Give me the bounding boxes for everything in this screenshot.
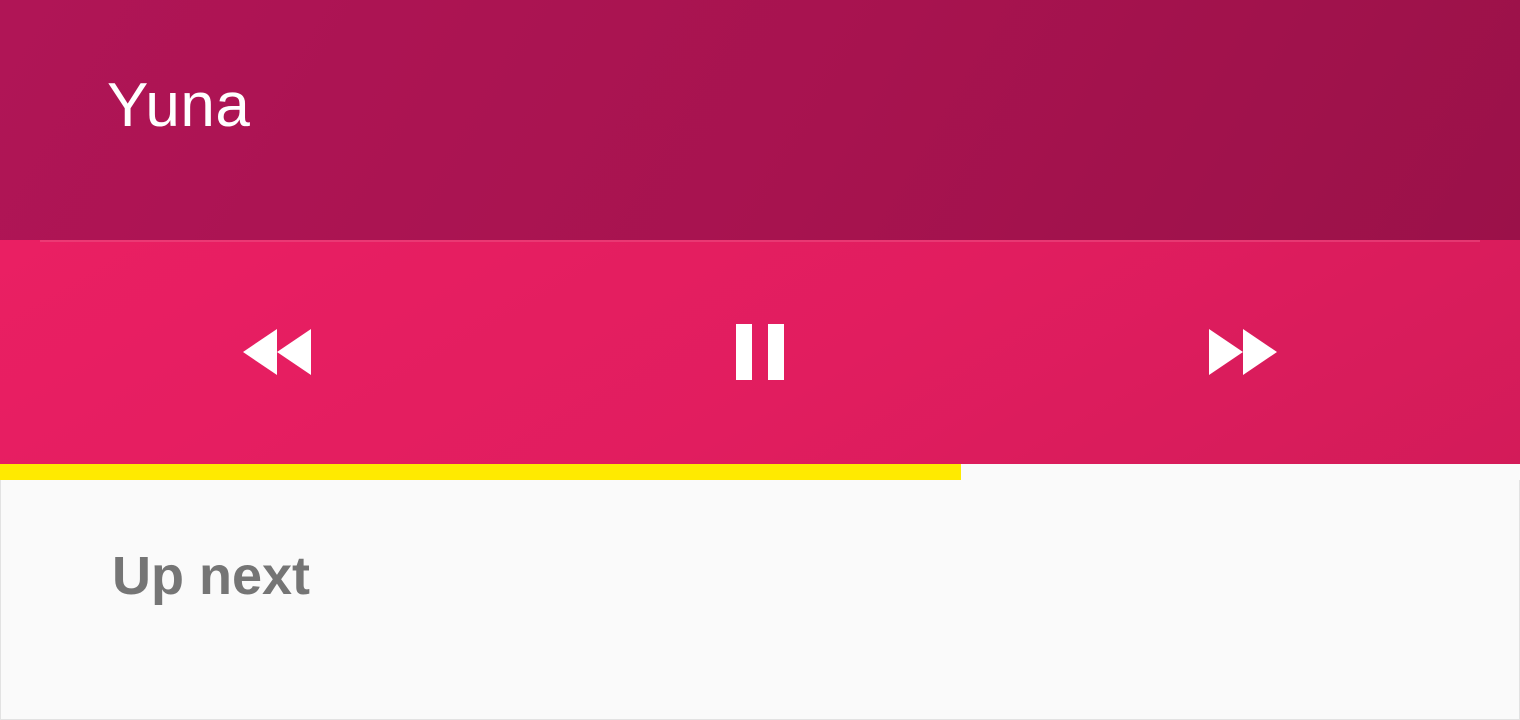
- fast-forward-icon: [1209, 329, 1277, 375]
- up-next-heading: Up next: [112, 546, 311, 606]
- up-next-section: Up next: [0, 480, 1520, 720]
- pause-icon: [736, 324, 784, 380]
- fast-forward-button[interactable]: [1143, 240, 1343, 464]
- track-progress-fill: [0, 464, 961, 480]
- header-divider: [40, 240, 1480, 242]
- now-playing-header: Yuna: [0, 0, 1520, 240]
- rewind-icon: [243, 329, 311, 375]
- artist-name: Yuna: [107, 71, 251, 140]
- pause-button[interactable]: [660, 240, 860, 464]
- rewind-button[interactable]: [177, 240, 377, 464]
- track-progress-bar[interactable]: [0, 464, 1520, 480]
- playback-controls: [0, 240, 1520, 464]
- music-player: Yuna Up next: [0, 0, 1520, 720]
